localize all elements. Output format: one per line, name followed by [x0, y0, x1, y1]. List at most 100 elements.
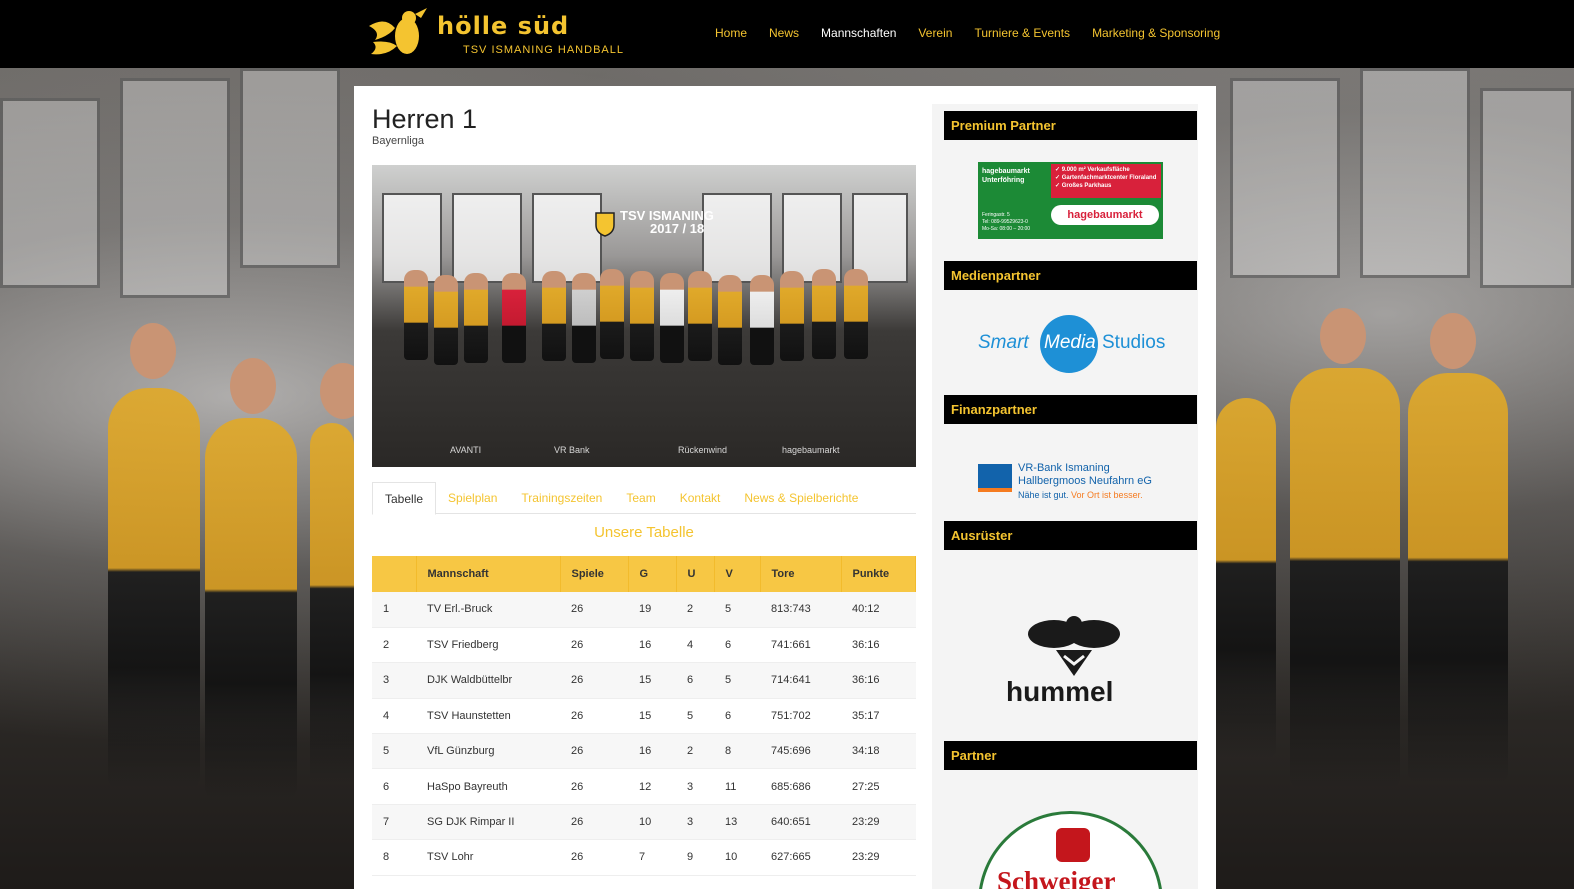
table-header-row: Mannschaft Spiele G U V Tore Punkte	[372, 556, 916, 592]
hummel-bee-icon	[1028, 616, 1120, 676]
cell-rank: 5	[372, 733, 416, 770]
cell-punkte: 36:16	[841, 662, 916, 699]
photo-player	[844, 269, 868, 359]
photo-window	[702, 193, 772, 283]
site-logo[interactable]: hölle süd TSV ISMANING HANDBALL	[365, 6, 623, 62]
cell-tore: 685:686	[760, 768, 841, 805]
cell-u: 4	[676, 627, 714, 664]
tab-news-spielberichte[interactable]: News & Spielberichte	[732, 482, 870, 513]
studios-word: Studios	[1102, 332, 1166, 353]
schweiger-logo[interactable]: Schweiger	[978, 811, 1163, 889]
cell-punkte: 34:18	[841, 733, 916, 770]
cell-spiele: 26	[560, 733, 628, 770]
tab-trainingszeiten[interactable]: Trainingszeiten	[509, 482, 614, 513]
background-player	[108, 388, 200, 788]
cell-v: 8	[714, 733, 760, 770]
schweiger-wordmark: Schweiger	[997, 866, 1116, 889]
cell-u: 2	[676, 733, 714, 770]
cell-rank: 2	[372, 627, 416, 664]
cell-g: 15	[628, 698, 676, 735]
cell-u: 9	[676, 839, 714, 876]
cell-v: 13	[714, 804, 760, 841]
cell-rank: 6	[372, 768, 416, 805]
cell-u: 3	[676, 804, 714, 841]
cell-rank: 3	[372, 662, 416, 699]
column-header-v: V	[714, 556, 761, 592]
vr-bank-name: VR-Bank Ismaning Hallbergmoos Neufahrn e…	[1018, 462, 1152, 487]
nav-item-turniere-events[interactable]: Turniere & Events	[974, 26, 1070, 40]
photo-player	[630, 271, 654, 361]
photo-player	[812, 269, 836, 359]
tab-team[interactable]: Team	[614, 482, 667, 513]
background-player-head	[130, 323, 176, 379]
nav-item-verein[interactable]: Verein	[918, 26, 952, 40]
photo-window	[452, 193, 522, 283]
site-header: hölle süd TSV ISMANING HANDBALL Home New…	[0, 0, 1574, 68]
background-player-head	[230, 358, 276, 414]
vr-bank-logo[interactable]: VR-Bank Ismaning Hallbergmoos Neufahrn e…	[978, 462, 1168, 517]
cell-punkte: 36:16	[841, 627, 916, 664]
photo-player	[542, 271, 566, 361]
hummel-logo[interactable]: hummel	[1006, 614, 1132, 714]
photo-goalkeeper	[502, 273, 526, 363]
cell-spiele: 26	[560, 698, 628, 735]
background-window	[240, 68, 340, 268]
photo-window	[782, 193, 842, 283]
table-row: 7 SG DJK Rimpar II 26 10 3 13 640:651 23…	[372, 804, 916, 841]
cell-spiele: 26	[560, 627, 628, 664]
cell-punkte: 23:29	[841, 839, 916, 876]
nav-item-marketing-sponsoring[interactable]: Marketing & Sponsoring	[1092, 26, 1220, 40]
hagebaumarkt-info: Feringastr. 5 Tel: 089-99529623-0 Mo-Sa:…	[982, 212, 1031, 232]
cell-tore: 714:641	[760, 662, 841, 699]
tab-kontakt[interactable]: Kontakt	[668, 482, 733, 513]
cell-team: TSV Friedberg	[416, 627, 560, 664]
cell-punkte: 23:29	[841, 804, 916, 841]
cell-u: 2	[676, 592, 714, 628]
hagebaumarkt-features: ✓ 9.000 m² Verkaufsfläche ✓ Gartenfachma…	[1051, 164, 1161, 198]
cell-punkte: 27:25	[841, 768, 916, 805]
cell-v: 5	[714, 662, 760, 699]
vr-bank-mark-icon	[978, 464, 1012, 488]
media-word: Media	[1044, 332, 1096, 353]
sponsor-sidebar: Premium Partner hagebaumarkt Unterföhrin…	[932, 104, 1198, 889]
table-row: 2 TSV Friedberg 26 16 4 6 741:661 36:16	[372, 627, 916, 664]
nav-item-home[interactable]: Home	[715, 26, 747, 40]
photo-sponsor-rueckenwind: Rückenwind	[678, 445, 728, 455]
column-header-spiele: Spiele	[560, 556, 629, 592]
tab-spielplan[interactable]: Spielplan	[436, 482, 509, 513]
cell-tore: 640:651	[760, 804, 841, 841]
cell-spiele: 26	[560, 804, 628, 841]
cell-v: 11	[714, 768, 760, 805]
smart-word: Smart	[978, 332, 1029, 353]
tab-tabelle[interactable]: Tabelle	[372, 482, 437, 515]
team-photo: TSV ISMANING 2017 / 18 AVANTI VR Bank Rü…	[372, 165, 916, 467]
cell-team: HaSpo Bayreuth	[416, 768, 560, 805]
vr-bank-mark-accent	[978, 488, 1012, 492]
photo-player	[600, 269, 624, 359]
nav-item-mannschaften[interactable]: Mannschaften	[821, 26, 896, 40]
club-crest-icon	[595, 212, 615, 237]
hummel-wordmark: hummel	[1006, 676, 1114, 707]
cell-g: 7	[628, 839, 676, 876]
photo-player	[688, 271, 712, 361]
cell-tore: 813:743	[760, 592, 841, 628]
cell-g: 15	[628, 662, 676, 699]
cell-g: 12	[628, 768, 676, 805]
nav-item-news[interactable]: News	[769, 26, 799, 40]
cell-team: TV Erl.-Bruck	[416, 592, 560, 628]
medienpartner-heading: Medienpartner	[944, 261, 1197, 290]
smart-media-studios-logo[interactable]: Smart Media Studios	[978, 314, 1168, 374]
cell-g: 19	[628, 592, 676, 628]
background-player	[205, 418, 297, 798]
column-header-punkte: Punkte	[841, 556, 916, 592]
hagebaumarkt-logo[interactable]: hagebaumarkt Unterföhring ✓ 9.000 m² Ver…	[978, 162, 1163, 239]
schweiger-crest-icon	[1056, 828, 1090, 862]
photo-player	[780, 271, 804, 361]
cell-u: 5	[676, 698, 714, 735]
hornet-logo-icon	[369, 8, 427, 55]
background-player-head	[1430, 313, 1476, 369]
column-header-mannschaft: Mannschaft	[416, 556, 561, 592]
cell-rank: 1	[372, 592, 416, 628]
team-tabs: Tabelle Spielplan Trainingszeiten Team K…	[372, 482, 916, 515]
column-header-rank	[372, 556, 417, 592]
